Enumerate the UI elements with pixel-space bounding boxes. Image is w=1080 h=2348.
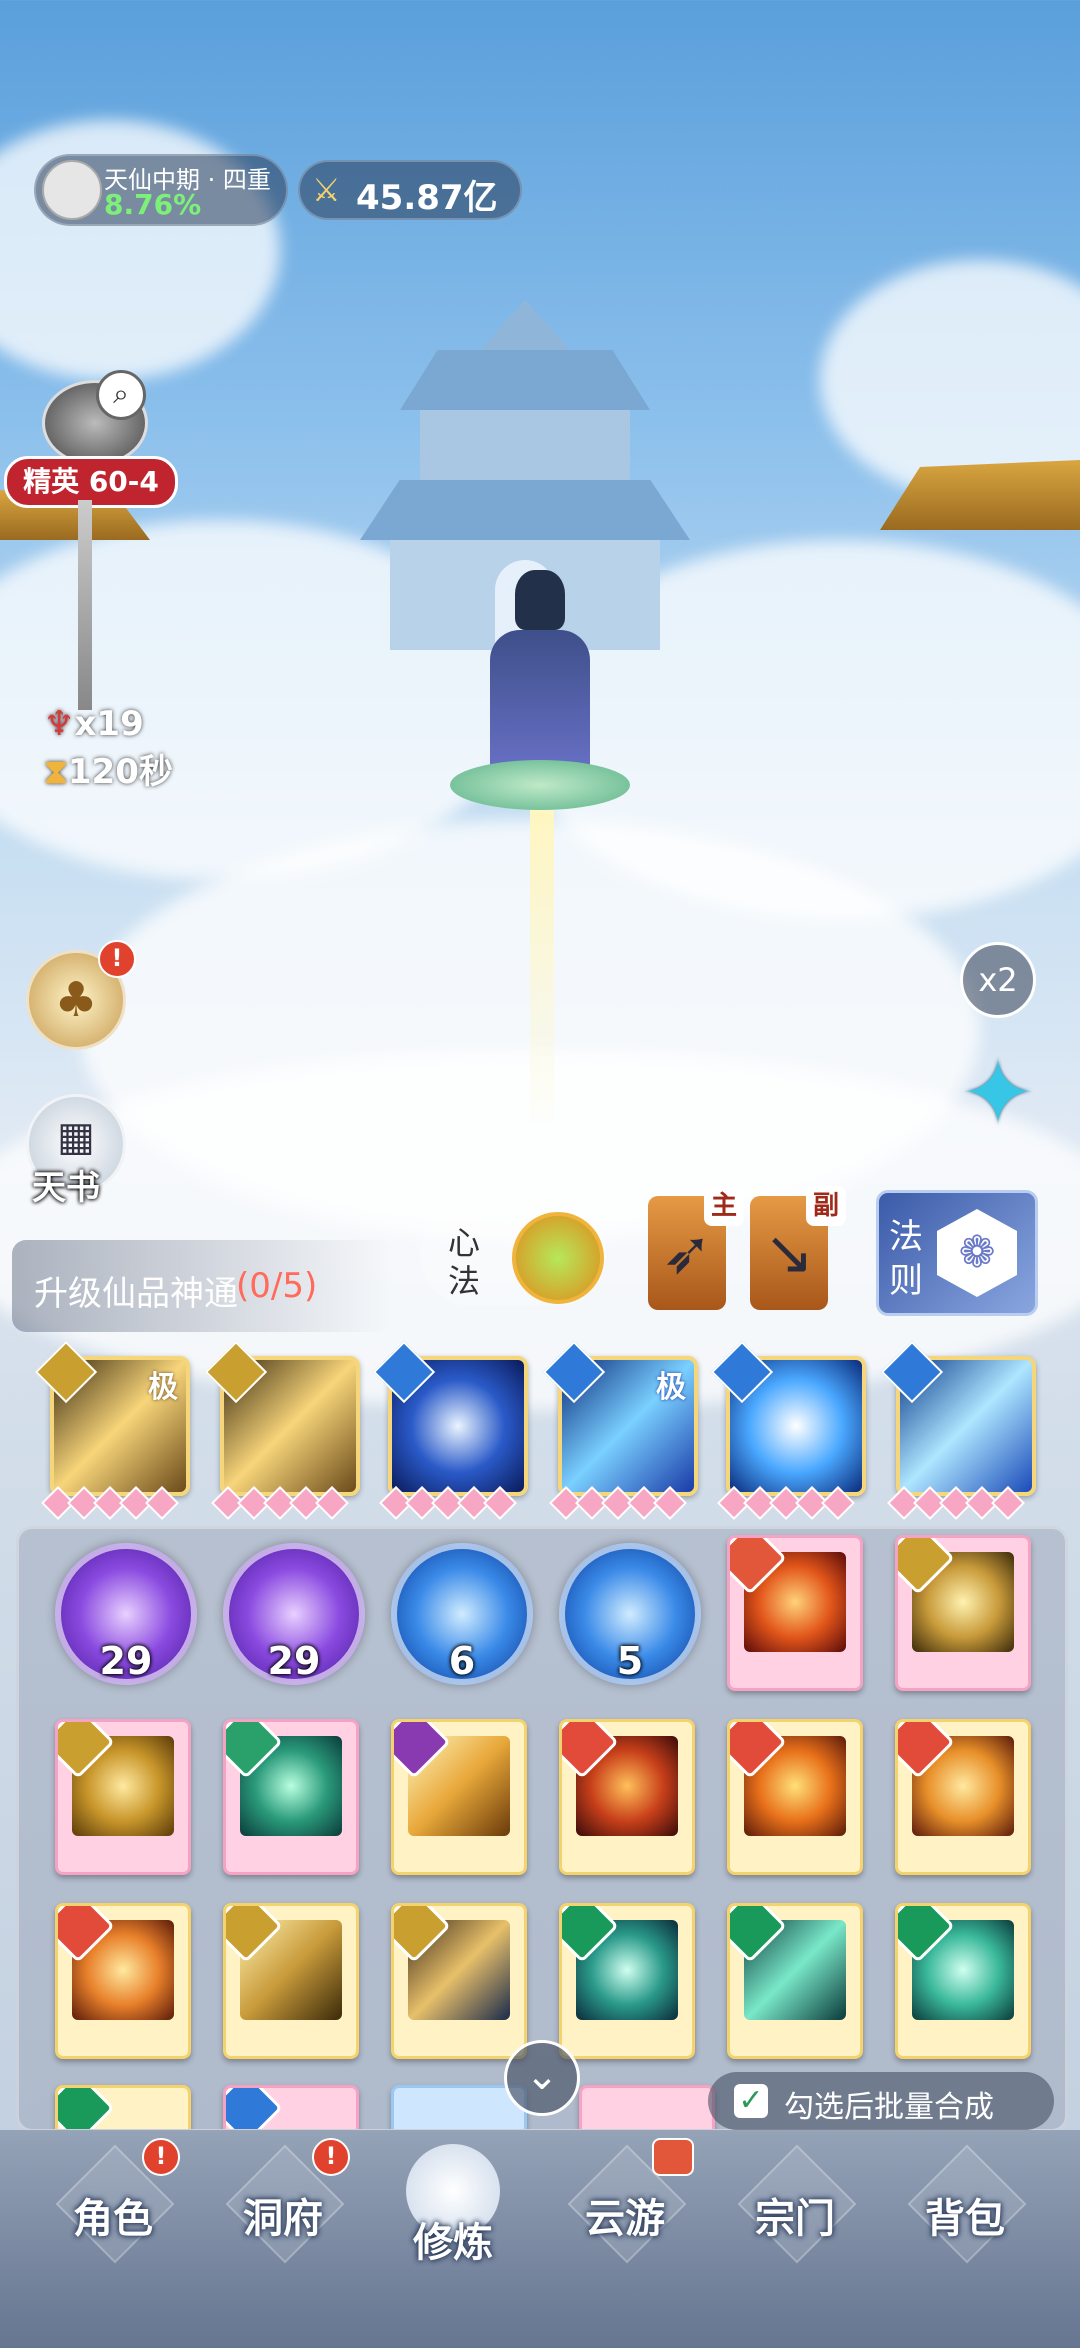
skill-level-pips: [887, 1486, 1032, 1520]
speed-button[interactable]: x2: [960, 942, 1036, 1018]
star-skill-button[interactable]: ✦: [950, 1046, 1046, 1142]
nav-travel-notify: [652, 2138, 694, 2176]
hourglass-icon: ⧗: [44, 752, 68, 792]
skill-tag: 极: [148, 1370, 178, 1405]
skill-tag: 极: [656, 1370, 686, 1405]
skill-card[interactable]: [55, 2085, 191, 2129]
demon-icon: ♆: [44, 704, 75, 744]
batch-synth-label: 勾选后批量合成: [784, 2090, 994, 2125]
skill-slot-3[interactable]: [372, 1340, 528, 1496]
rules-button[interactable]: 法 则 ❁: [876, 1190, 1038, 1316]
combat-power-panel[interactable]: ⚔ 45.87亿: [298, 160, 522, 220]
xinfa-label-2: 法: [448, 1262, 481, 1300]
nav-role-label: 角色: [73, 2196, 153, 2242]
enemy-count-text: x19: [74, 704, 144, 744]
realm-panel[interactable]: 天仙中期 · 四重 8.76%: [34, 154, 288, 226]
star-icon: ✦: [960, 1041, 1036, 1146]
skill-card[interactable]: [559, 1719, 695, 1875]
skill-card[interactable]: [391, 1903, 527, 2059]
tianshu-label: 天书: [32, 1168, 100, 1208]
nav-bag[interactable]: 背包: [890, 2144, 1040, 2290]
collapse-button[interactable]: ⌄: [504, 2040, 580, 2116]
nav-train[interactable]: 修炼: [378, 2144, 528, 2290]
skill-card[interactable]: [727, 1719, 863, 1875]
stage-label: 精英 60-4: [23, 465, 159, 498]
orb-count: 29: [99, 1639, 153, 1683]
skill-card[interactable]: [895, 1719, 1031, 1875]
nav-cave-label: 洞府: [243, 2196, 323, 2242]
skill-card[interactable]: [727, 1903, 863, 2059]
stage-track: [78, 500, 92, 710]
rules-label-2: 则: [889, 1261, 923, 1301]
taiji-icon: [880, 1340, 944, 1404]
skill-card[interactable]: [223, 2085, 359, 2129]
crossed-swords-icon: ⚔: [312, 171, 341, 209]
nav-travel-label: 云游: [585, 2196, 665, 2242]
speed-label: x2: [978, 961, 1018, 999]
stage-timer: ⧗120秒: [44, 744, 173, 793]
search-icon[interactable]: ⌕: [96, 370, 146, 420]
skill-card[interactable]: [391, 1719, 527, 1875]
upgrade-quest-progress: (0/5): [236, 1266, 318, 1306]
taiji-icon: [226, 2088, 283, 2129]
batch-synth-toggle[interactable]: ✓ 勾选后批量合成: [708, 2072, 1054, 2130]
skill-level-pips: [379, 1486, 524, 1520]
taiji-icon: [542, 1340, 606, 1404]
skill-level-pips: [211, 1486, 356, 1520]
rules-hexagon-icon: ❁: [937, 1209, 1017, 1297]
skill-card[interactable]: [55, 1903, 191, 2059]
checkbox[interactable]: ✓: [734, 2084, 768, 2118]
nav-train-label: 修炼: [413, 2220, 493, 2266]
orb-count: 29: [267, 1639, 321, 1683]
skill-slot-1[interactable]: 极: [34, 1340, 190, 1496]
jade-icon: [58, 2088, 115, 2129]
taiji-icon: [710, 1340, 774, 1404]
orb-count: 6: [448, 1639, 476, 1683]
skill-slot-4[interactable]: 极: [542, 1340, 698, 1496]
skill-card[interactable]: [223, 1719, 359, 1875]
chevron-down-icon: ⌄: [525, 2053, 559, 2099]
sub-weapon-tag: 副: [806, 1186, 846, 1226]
xinfa-panel[interactable]: 心 法: [420, 1204, 606, 1306]
equipped-skills-row: 极 极: [0, 1340, 1080, 1530]
skill-level-pips: [717, 1486, 862, 1520]
skill-card[interactable]: [727, 1535, 863, 1691]
skill-card[interactable]: [895, 1903, 1031, 2059]
main-weapon-tag: 主: [704, 1186, 744, 1226]
enemy-count: ♆x19: [44, 704, 144, 744]
skill-card[interactable]: [579, 2085, 715, 2129]
combat-power-value: 45.87亿: [356, 178, 498, 218]
nav-bag-label: 背包: [925, 2196, 1005, 2242]
skill-slot-2[interactable]: [204, 1340, 360, 1496]
skill-level-pips: [41, 1486, 186, 1520]
avatar-icon: [42, 160, 102, 220]
sword-icon: [34, 1340, 98, 1404]
upgrade-quest-text: 升级仙品神通: [34, 1274, 238, 1314]
upgrade-quest-bar[interactable]: 升级仙品神通 (0/5): [12, 1240, 392, 1332]
taiji-icon: [372, 1340, 436, 1404]
nav-sect[interactable]: 宗门: [720, 2144, 870, 2290]
skill-card[interactable]: [55, 1719, 191, 1875]
skill-slot-5[interactable]: [710, 1340, 866, 1496]
nav-cave-alert: !: [312, 2138, 350, 2176]
skill-card[interactable]: [559, 1903, 695, 2059]
stage-timer-text: 120秒: [67, 752, 173, 792]
xinfa-orb-icon: [512, 1212, 604, 1304]
gift-bag-alert: !: [98, 940, 136, 978]
nav-sect-label: 宗门: [755, 2196, 835, 2242]
sword-icon: [204, 1340, 268, 1404]
skill-slot-6[interactable]: [880, 1340, 1036, 1496]
nav-role-alert: !: [142, 2138, 180, 2176]
orb-count: 5: [616, 1639, 644, 1683]
skill-level-pips: [549, 1486, 694, 1520]
realm-progress-text: 8.76%: [104, 188, 202, 221]
player-character: [450, 570, 630, 1130]
skill-card[interactable]: [895, 1535, 1031, 1691]
rules-label-1: 法: [889, 1217, 923, 1257]
skill-card[interactable]: [223, 1903, 359, 2059]
